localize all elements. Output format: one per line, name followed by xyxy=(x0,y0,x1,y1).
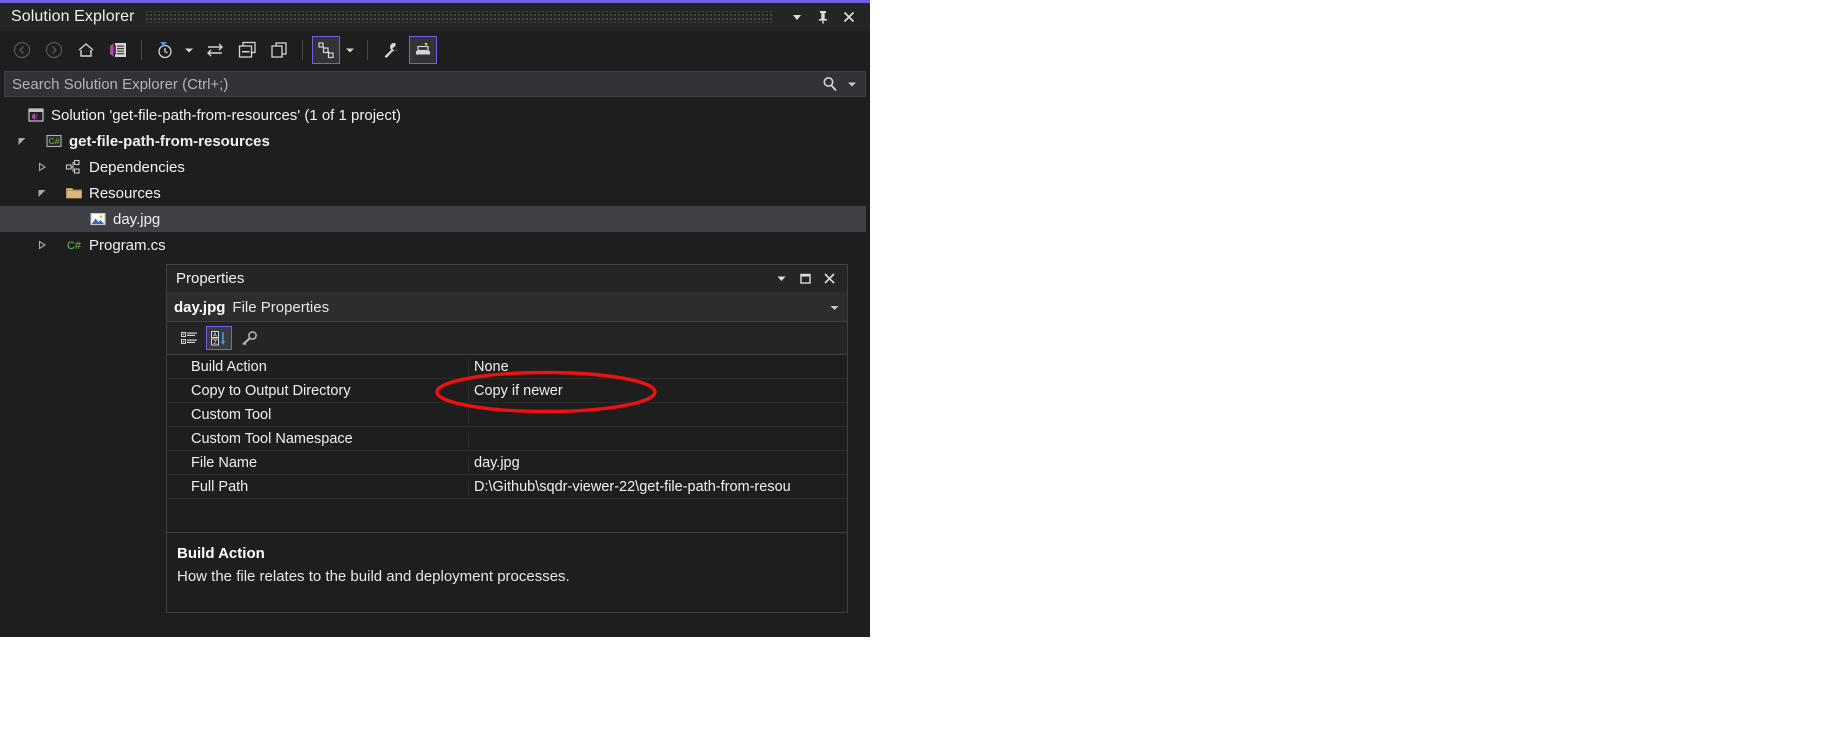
properties-maximize-button[interactable] xyxy=(793,267,817,291)
expander-none xyxy=(72,206,88,232)
toolbar-separator xyxy=(141,40,142,60)
property-name: File Name xyxy=(167,454,469,471)
expander-collapsed[interactable] xyxy=(34,154,50,180)
property-value[interactable]: None xyxy=(469,359,847,375)
close-button[interactable] xyxy=(836,4,862,30)
property-row[interactable]: Custom Tool xyxy=(167,403,847,427)
home-button[interactable] xyxy=(72,36,100,64)
tree-item-project[interactable]: C# get-file-path-from-resources xyxy=(0,128,866,154)
svg-text:C#: C# xyxy=(49,136,60,146)
properties-object-type: File Properties xyxy=(232,298,330,316)
tree-item-dependencies[interactable]: Dependencies xyxy=(0,154,866,180)
property-name: Full Path xyxy=(167,478,469,495)
search-options-dropdown-icon[interactable] xyxy=(847,79,865,89)
new-solution-explorer-view-button[interactable] xyxy=(265,36,293,64)
tree-item-label: get-file-path-from-resources xyxy=(69,132,270,150)
property-row[interactable]: File Name day.jpg xyxy=(167,451,847,475)
property-description-text: How the file relates to the build and de… xyxy=(177,568,570,585)
pending-changes-filter-button[interactable] xyxy=(151,36,179,64)
properties-object-dropdown-icon[interactable] xyxy=(829,302,840,313)
collapse-all-button[interactable] xyxy=(233,36,261,64)
image-file-icon xyxy=(88,209,108,229)
svg-text:C#: C# xyxy=(67,240,82,252)
property-value[interactable]: D:\Github\sqdr-viewer-22\get-file-path-f… xyxy=(469,479,847,495)
property-row[interactable]: Custom Tool Namespace xyxy=(167,427,847,451)
pending-changes-filter-dropdown[interactable] xyxy=(181,36,197,64)
tree-item-day-jpg[interactable]: day.jpg xyxy=(0,206,866,232)
expander-collapsed[interactable] xyxy=(34,232,50,258)
sync-with-active-document-button[interactable] xyxy=(201,36,229,64)
expander-expanded[interactable] xyxy=(14,128,30,154)
window-dropdown-button[interactable] xyxy=(784,4,810,30)
tree-item-resources[interactable]: Resources xyxy=(0,180,866,206)
properties-window: Properties day.jpg File Properties A Z B… xyxy=(166,264,848,613)
properties-close-button[interactable] xyxy=(817,267,841,291)
property-row[interactable]: Full Path D:\Github\sqdr-viewer-22\get-f… xyxy=(167,475,847,499)
tree-item-label: Dependencies xyxy=(89,158,185,176)
show-all-files-dropdown[interactable] xyxy=(342,36,358,64)
solution-explorer-title: Solution Explorer xyxy=(11,8,135,25)
tree-item-label: Solution 'get-file-path-from-resources' … xyxy=(51,106,402,124)
property-row[interactable]: Build Action None xyxy=(167,355,847,379)
solution-explorer-view-button[interactable] xyxy=(104,36,132,64)
forward-button[interactable] xyxy=(40,36,68,64)
tree-item-label: Program.cs xyxy=(89,236,166,254)
tree-item-label: Resources xyxy=(89,184,161,202)
property-row[interactable]: Copy to Output Directory Copy if newer xyxy=(167,379,847,403)
properties-title: Properties xyxy=(176,270,245,287)
properties-button[interactable] xyxy=(377,36,405,64)
property-grid-empty-area xyxy=(167,499,847,533)
expander-none xyxy=(10,102,26,128)
csharp-project-icon: C# xyxy=(44,131,64,151)
dependencies-icon xyxy=(64,157,84,177)
toolbar-separator xyxy=(367,40,368,60)
csharp-file-icon: C# xyxy=(64,235,84,255)
properties-object-name: day.jpg xyxy=(174,298,226,316)
properties-dropdown-button[interactable] xyxy=(769,267,793,291)
svg-text:A: A xyxy=(213,332,217,338)
properties-object-selector[interactable]: day.jpg File Properties xyxy=(167,293,847,322)
properties-toolbar: A Z xyxy=(167,322,847,355)
property-value[interactable]: day.jpg xyxy=(469,455,847,471)
back-button[interactable] xyxy=(8,36,36,64)
search-box[interactable]: Search Solution Explorer (Ctrl+;) xyxy=(4,71,866,97)
tree-item-label: day.jpg xyxy=(113,210,161,228)
toolbar-separator xyxy=(302,40,303,60)
property-name: Copy to Output Directory xyxy=(167,382,469,399)
property-name: Custom Tool Namespace xyxy=(167,430,469,447)
categorized-view-button[interactable] xyxy=(176,326,202,350)
solution-explorer-titlebar: Solution Explorer xyxy=(0,3,870,31)
property-pages-button[interactable] xyxy=(236,326,262,350)
property-name: Build Action xyxy=(167,358,469,375)
show-all-files-button[interactable] xyxy=(312,36,340,64)
property-description-title: Build Action xyxy=(177,545,265,562)
solution-explorer-toolbar xyxy=(0,31,870,69)
expander-expanded[interactable] xyxy=(34,180,50,206)
tree-item-solution[interactable]: Solution 'get-file-path-from-resources' … xyxy=(0,102,866,128)
alphabetical-sort-button[interactable]: A Z xyxy=(206,326,232,350)
search-icon[interactable] xyxy=(821,75,847,93)
folder-icon xyxy=(64,183,84,203)
pin-button[interactable] xyxy=(810,4,836,30)
property-name: Custom Tool xyxy=(167,406,469,423)
solution-icon xyxy=(26,105,46,125)
tree-item-program-cs[interactable]: C# Program.cs xyxy=(0,232,866,258)
titlebar-grip[interactable] xyxy=(144,11,774,23)
properties-titlebar: Properties xyxy=(167,265,847,293)
search-input[interactable]: Search Solution Explorer (Ctrl+;) xyxy=(5,76,821,93)
property-grid: Build Action None Copy to Output Directo… xyxy=(167,355,847,533)
preview-selected-items-button[interactable] xyxy=(409,36,437,64)
solution-tree: Solution 'get-file-path-from-resources' … xyxy=(0,102,866,258)
property-description-pane: Build Action How the file relates to the… xyxy=(167,533,847,585)
property-value[interactable]: Copy if newer xyxy=(469,383,847,399)
